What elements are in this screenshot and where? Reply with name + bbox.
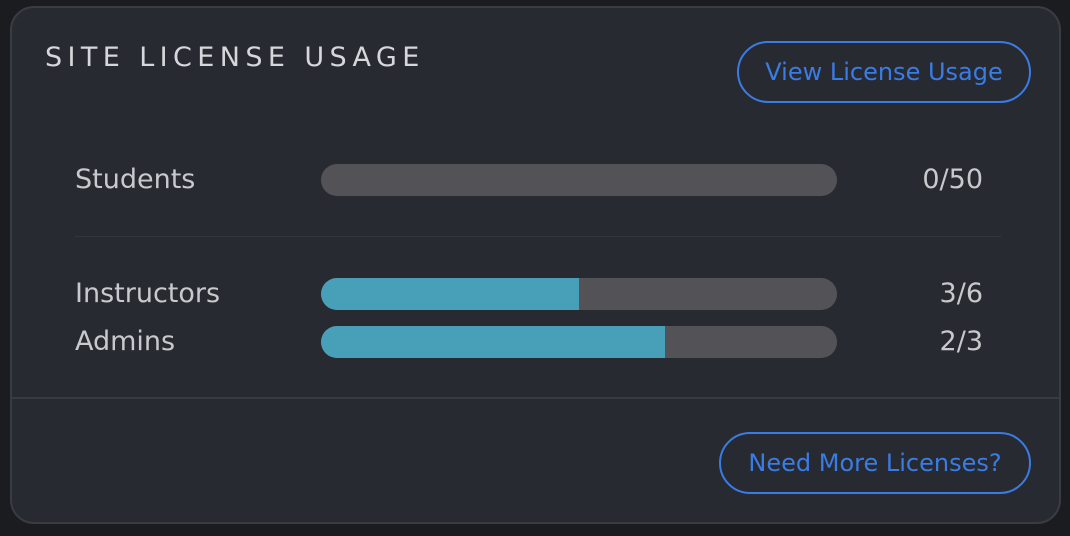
instructors-usage-bar [321, 278, 837, 310]
admins-label: Admins [75, 326, 176, 357]
footer-divider [12, 397, 1059, 399]
instructors-usage-fill [321, 278, 579, 310]
admins-count: 2/3 [939, 326, 983, 357]
students-usage-bar [321, 164, 837, 196]
instructors-label: Instructors [75, 278, 221, 309]
instructors-count: 3/6 [939, 278, 983, 309]
row-divider [75, 236, 1001, 237]
students-label: Students [75, 164, 196, 195]
card-title: SITE LICENSE USAGE [45, 42, 425, 73]
admins-usage-fill [321, 326, 665, 358]
view-license-usage-button[interactable]: View License Usage [737, 41, 1031, 103]
need-more-licenses-button[interactable]: Need More Licenses? [719, 432, 1031, 494]
admins-usage-bar [321, 326, 837, 358]
license-usage-card: SITE LICENSE USAGE View License Usage St… [10, 6, 1061, 524]
students-count: 0/50 [922, 164, 983, 195]
